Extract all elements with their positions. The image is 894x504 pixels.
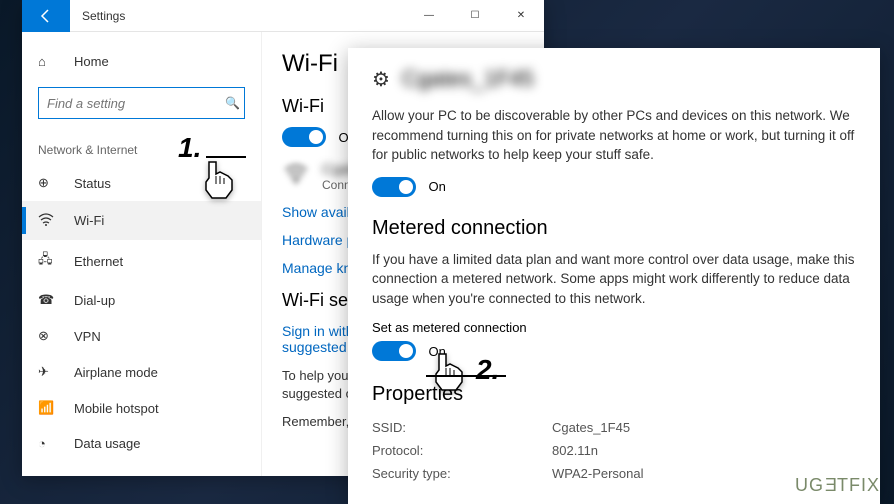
discover-toggle[interactable] bbox=[372, 177, 416, 197]
wifi-icon bbox=[38, 211, 58, 230]
nav-label: Ethernet bbox=[74, 254, 123, 269]
wifi-toggle[interactable] bbox=[282, 127, 326, 147]
discover-toggle-row: On bbox=[372, 177, 856, 197]
metered-title: Metered connection bbox=[372, 217, 856, 240]
nav-hotspot[interactable]: 📶 Mobile hotspot bbox=[22, 390, 261, 426]
metered-text: If you have a limited data plan and want… bbox=[372, 250, 856, 309]
back-button[interactable] bbox=[22, 0, 70, 32]
nav-wifi[interactable]: Wi-Fi bbox=[22, 201, 261, 240]
home-nav[interactable]: ⌂ Home bbox=[22, 44, 261, 79]
detail-header: ⚙ Cgates_1F45 bbox=[372, 66, 856, 92]
detail-network-name: Cgates_1F45 bbox=[402, 66, 534, 92]
vpn-icon: ⊗ bbox=[38, 328, 58, 344]
callout-2-line bbox=[426, 375, 506, 377]
titlebar: Settings — ☐ ✕ bbox=[22, 0, 544, 32]
window-controls: — ☐ ✕ bbox=[406, 0, 544, 32]
nav-label: Airplane mode bbox=[74, 365, 158, 380]
nav-label: Data usage bbox=[74, 436, 141, 451]
discover-text: Allow your PC to be discoverable by othe… bbox=[372, 106, 856, 165]
home-label: Home bbox=[74, 54, 109, 69]
maximize-button[interactable]: ☐ bbox=[452, 0, 498, 32]
nav-label: Status bbox=[74, 176, 111, 191]
network-detail-panel: ⚙ Cgates_1F45 Allow your PC to be discov… bbox=[348, 48, 880, 504]
nav-airplane[interactable]: ✈ Airplane mode bbox=[22, 354, 261, 390]
pointer-hand-icon bbox=[424, 346, 474, 396]
prop-key: Protocol: bbox=[372, 443, 552, 458]
search-field[interactable] bbox=[47, 96, 225, 111]
gear-icon: ⚙ bbox=[372, 67, 390, 92]
prop-key: SSID: bbox=[372, 420, 552, 435]
callout-2-number: 2. bbox=[476, 354, 499, 385]
metered-label: Set as metered connection bbox=[372, 320, 856, 335]
minimize-button[interactable]: — bbox=[406, 0, 452, 32]
ethernet-icon: 🖧 bbox=[38, 250, 58, 272]
discover-toggle-label: On bbox=[428, 179, 445, 194]
sidebar: ⌂ Home 🔍 Network & Internet ⊕ Status Wi-… bbox=[22, 32, 262, 476]
metered-toggle[interactable] bbox=[372, 341, 416, 361]
datausage-icon: ◔ bbox=[38, 436, 58, 451]
prop-value: 802.11n bbox=[552, 443, 598, 458]
close-button[interactable]: ✕ bbox=[498, 0, 544, 32]
nav-vpn[interactable]: ⊗ VPN bbox=[22, 318, 261, 354]
nav-label: Wi-Fi bbox=[74, 213, 104, 228]
prop-value: WPA2-Personal bbox=[552, 466, 644, 481]
nav-label: Dial-up bbox=[74, 293, 115, 308]
prop-value: Cgates_1F45 bbox=[552, 420, 630, 435]
prop-row: Security type: WPA2-Personal bbox=[372, 462, 856, 485]
search-input[interactable]: 🔍 bbox=[38, 87, 245, 119]
watermark: UGETFIX bbox=[795, 475, 880, 496]
nav-label: Mobile hotspot bbox=[74, 401, 159, 416]
prop-row: Protocol: 802.11n bbox=[372, 439, 856, 462]
prop-row: SSID: Cgates_1F45 bbox=[372, 416, 856, 439]
prop-key: Security type: bbox=[372, 466, 552, 481]
wifi-signal-icon bbox=[282, 161, 310, 192]
nav-datausage[interactable]: ◔ Data usage bbox=[22, 426, 261, 461]
airplane-icon: ✈ bbox=[38, 364, 58, 380]
nav-label: VPN bbox=[74, 329, 101, 344]
status-icon: ⊕ bbox=[38, 175, 58, 191]
nav-ethernet[interactable]: 🖧 Ethernet bbox=[22, 240, 261, 282]
window-title: Settings bbox=[82, 9, 406, 23]
dialup-icon: ☎ bbox=[38, 292, 58, 308]
nav-dialup[interactable]: ☎ Dial-up bbox=[22, 282, 261, 318]
home-icon: ⌂ bbox=[38, 54, 58, 69]
pointer-hand-icon bbox=[194, 154, 244, 204]
search-icon: 🔍 bbox=[225, 96, 240, 110]
hotspot-icon: 📶 bbox=[38, 400, 58, 416]
callout-1: 1. bbox=[178, 132, 246, 164]
